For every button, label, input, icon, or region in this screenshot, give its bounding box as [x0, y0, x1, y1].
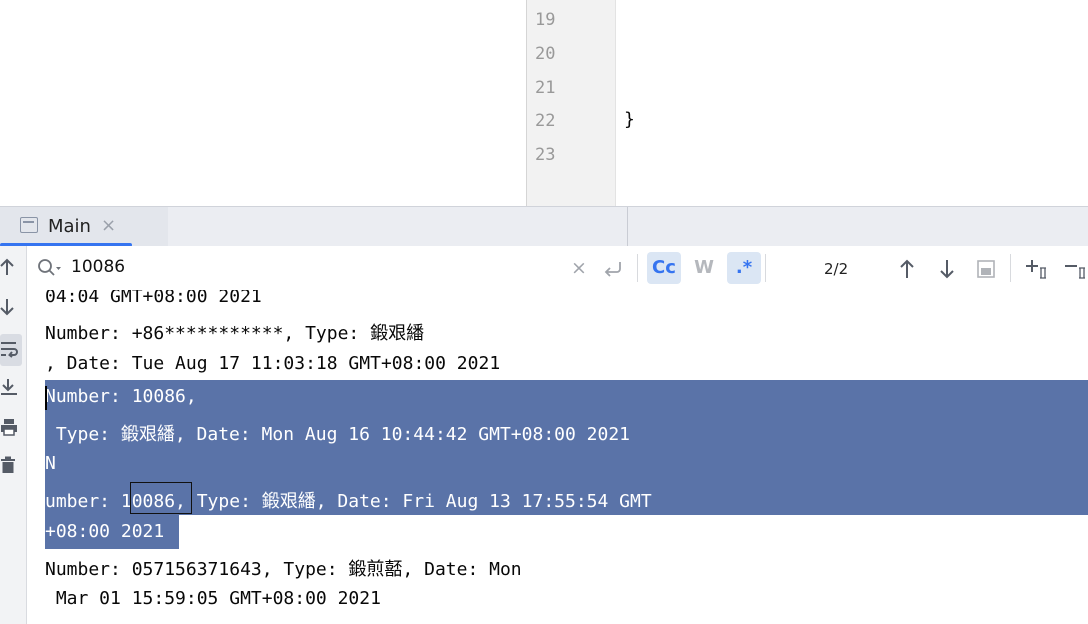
prev-occurrence-icon[interactable] [895, 253, 919, 283]
trash-icon[interactable] [0, 456, 26, 479]
console-line-selected: +08:00 2021 [45, 521, 165, 542]
match-counter: 2/2 [824, 260, 849, 278]
console-line: , Date: Tue Aug 17 11:03:18 GMT+08:00 20… [45, 353, 501, 374]
search-icon[interactable] [37, 258, 63, 282]
console-output[interactable]: 04:04 GMT+08:00 2021 Number: +86********… [27, 290, 1088, 624]
search-divider [765, 254, 766, 282]
remove-cursor-icon[interactable] [1063, 253, 1088, 283]
scroll-to-end-icon[interactable] [0, 378, 26, 401]
line-number: 20 [535, 44, 556, 64]
find-bar: × Cc W .* 2/2 [27, 246, 1088, 291]
line-number: 21 [535, 78, 556, 98]
match-case-button[interactable]: Cc [647, 253, 681, 283]
tab-main-label: Main [48, 216, 91, 237]
line-number-gutter: 19 20 21 22 23 [526, 0, 616, 206]
line-number: 23 [535, 145, 556, 165]
console-line: 04:04 GMT+08:00 2021 [45, 290, 262, 307]
search-divider [1010, 254, 1011, 282]
code-closing-brace: } [624, 109, 635, 130]
console-line: Number: 057156371643, Type: 鍛煎嚭, Date: M… [45, 559, 522, 580]
line-number: 22 [535, 111, 556, 131]
tab-main[interactable]: Main × [0, 207, 168, 247]
tab-close-icon[interactable]: × [101, 215, 116, 236]
print-icon[interactable] [0, 418, 26, 441]
console-icon [20, 217, 38, 233]
select-all-occurrences-icon[interactable] [974, 253, 998, 283]
line-number: 19 [535, 10, 556, 30]
add-cursor-icon[interactable] [1023, 253, 1053, 283]
console-line-selected: Number: 10086, [45, 386, 197, 407]
console-left-toolbar [0, 246, 27, 624]
up-arrow-icon[interactable] [0, 258, 26, 281]
tool-window-tab-bar: Main × [0, 206, 1088, 247]
words-button[interactable]: W [691, 253, 717, 283]
console-line: Mar 01 15:59:05 GMT+08:00 2021 [45, 588, 381, 609]
text-caret [45, 386, 47, 410]
clear-icon[interactable]: × [569, 253, 589, 283]
newline-icon[interactable] [600, 253, 624, 283]
search-match-highlight [130, 482, 192, 514]
search-input[interactable] [71, 254, 551, 280]
soft-wrap-icon[interactable] [0, 340, 26, 363]
regex-button[interactable]: .* [727, 253, 761, 283]
search-divider [637, 254, 638, 282]
editor-area[interactable]: 19 20 21 22 23 } [0, 0, 1088, 206]
next-occurrence-icon[interactable] [935, 253, 959, 283]
down-arrow-icon[interactable] [0, 298, 26, 321]
tab-separator [627, 207, 628, 247]
console-line: Number: +86***********, Type: 鍛艰繙 [45, 323, 425, 344]
console-line-selected: N [45, 453, 56, 474]
console-line-selected: Type: 鍛艰繙, Date: Mon Aug 16 10:44:42 GMT… [45, 424, 631, 445]
